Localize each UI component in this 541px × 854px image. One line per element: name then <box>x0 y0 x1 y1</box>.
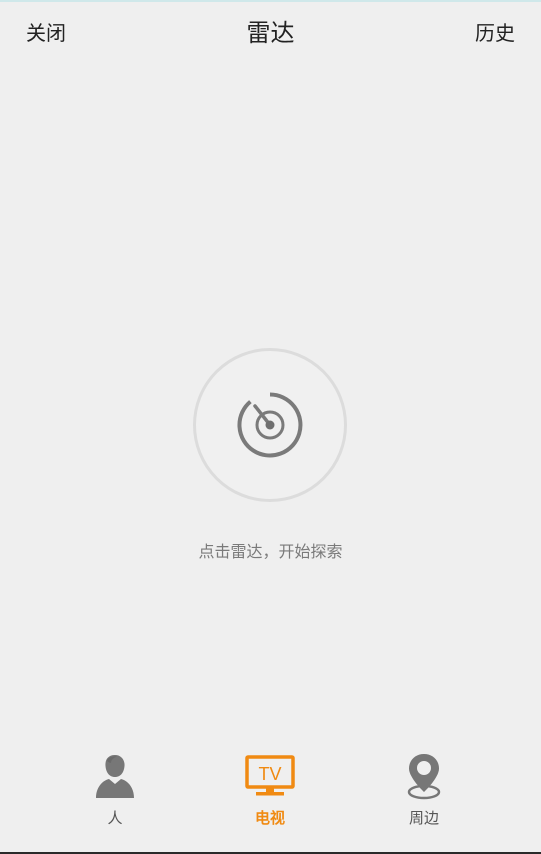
page-title: 雷达 <box>246 19 295 47</box>
svg-text:TV: TV <box>258 764 281 784</box>
location-pin-icon <box>407 754 441 800</box>
history-button[interactable]: 历史 <box>475 20 515 46</box>
bottom-tab-bar: 人 TV 电视 周边 <box>0 745 541 845</box>
tab-nearby-label: 周边 <box>408 809 439 827</box>
radar-button[interactable] <box>193 348 347 502</box>
radar-icon <box>237 392 303 458</box>
tab-tv[interactable]: TV 电视 <box>220 745 320 840</box>
tab-nearby[interactable]: 周边 <box>374 745 474 840</box>
tv-icon: TV <box>245 755 295 796</box>
tab-tv-label: 电视 <box>254 809 285 827</box>
tab-people-label: 人 <box>107 809 123 827</box>
tab-people[interactable]: 人 <box>65 745 165 840</box>
header-bar: 关闭 雷达 历史 <box>0 2 541 64</box>
radar-hint: 点击雷达，开始探索 <box>198 542 343 561</box>
person-icon <box>96 755 134 798</box>
